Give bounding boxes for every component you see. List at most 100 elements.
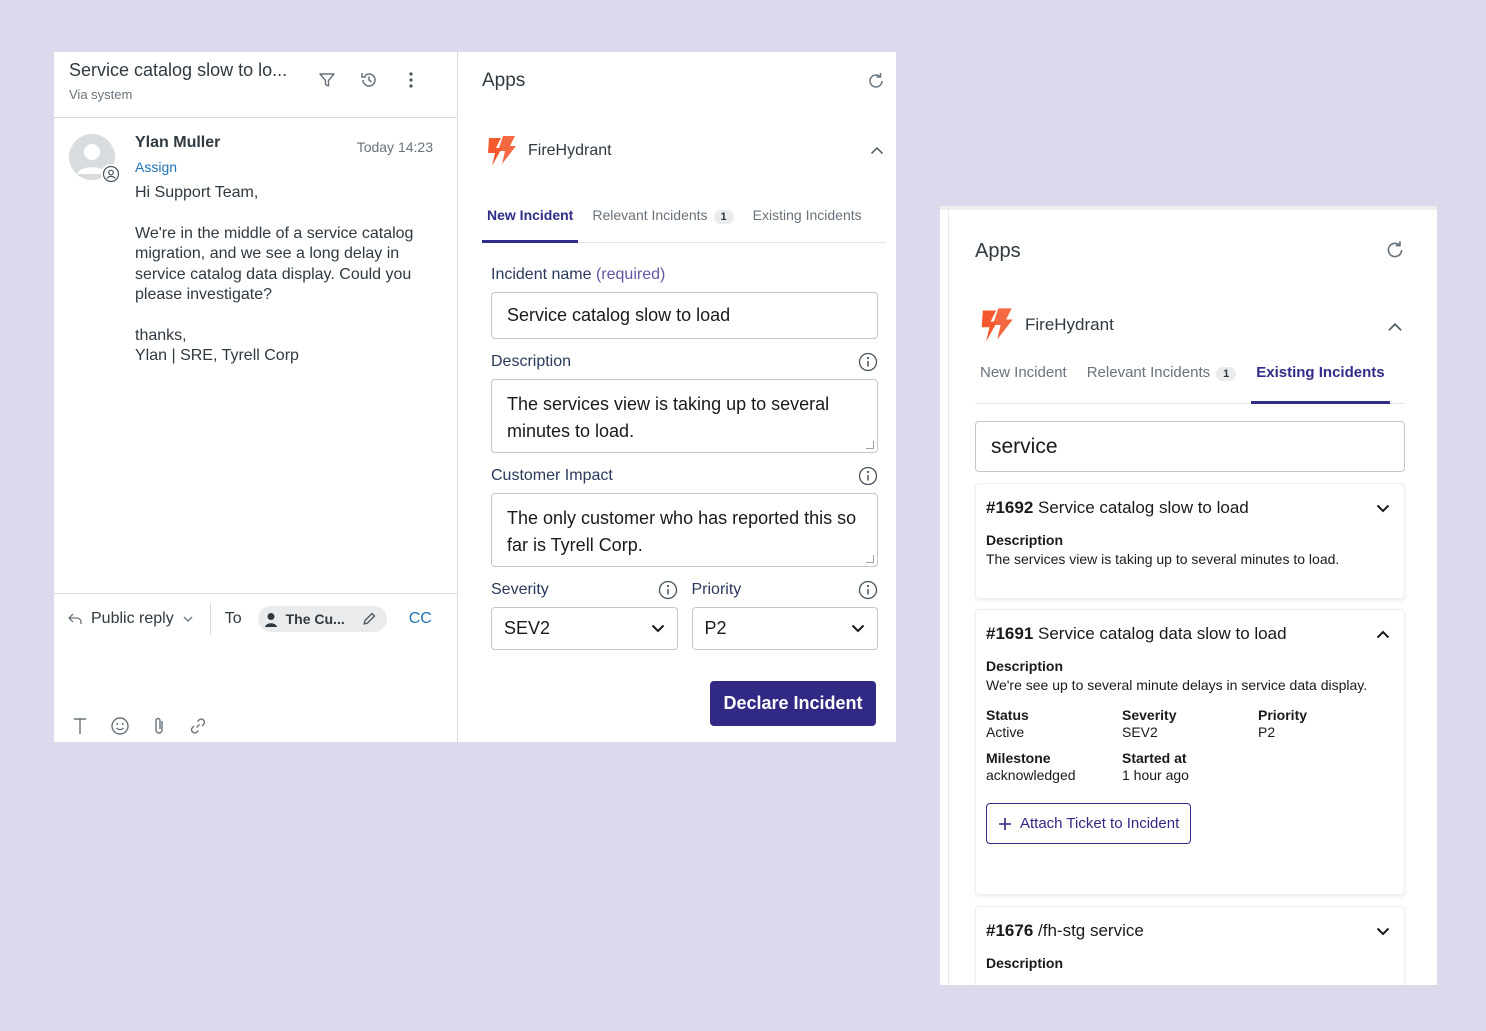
description-label: Description [491, 351, 878, 373]
incident-number: #1691 [986, 624, 1034, 643]
incident-card: #1692 Service catalog slow to load Descr… [975, 483, 1405, 599]
ticket-pane: Service catalog slow to lo... Via system [54, 52, 458, 742]
user-badge-icon [101, 164, 121, 184]
reply-type-selector[interactable]: Public reply [67, 610, 194, 628]
more-vertical-icon[interactable] [401, 70, 421, 90]
tab-relevant-incidents[interactable]: Relevant Incidents 1 [587, 200, 738, 243]
started-label: Started at [1122, 750, 1187, 766]
tab-existing-incidents[interactable]: Existing Incidents [1251, 358, 1390, 404]
compose-toolbar [72, 716, 208, 736]
incident-number: #1692 [986, 498, 1034, 517]
cc-button[interactable]: CC [409, 610, 432, 628]
to-label: To [224, 609, 242, 627]
count-badge: 1 [1216, 367, 1237, 381]
severity-label: Severity [491, 579, 678, 601]
chevron-down-icon[interactable] [1376, 504, 1390, 513]
info-icon[interactable] [658, 580, 678, 600]
incident-title: Service catalog data slow to load [1038, 624, 1287, 643]
description-label: Description [986, 955, 1064, 971]
chevron-down-icon [182, 615, 194, 623]
firehydrant-logo-icon [482, 134, 518, 168]
refresh-icon[interactable] [1384, 239, 1406, 261]
incident-meta: Status Active Severity SEV2 Priority P2 Mil… [986, 707, 1394, 783]
assign-link[interactable]: Assign [135, 159, 177, 175]
app-name: FireHydrant [1025, 315, 1114, 334]
severity-value: SEV2 [1122, 724, 1158, 740]
history-icon[interactable] [359, 70, 379, 90]
milestone-value: acknowledged [986, 767, 1076, 783]
tab-new-incident[interactable]: New Incident [975, 358, 1072, 404]
new-incident-form: Incident name (required) Service catalog… [491, 264, 878, 650]
incident-header[interactable]: #1692 Service catalog slow to load [986, 498, 1394, 518]
priority-label: Priority [1258, 707, 1308, 723]
search-input[interactable]: service [975, 421, 1405, 472]
divider [940, 206, 1437, 210]
reply-type-label: Public reply [91, 609, 174, 627]
message-body: Hi Support Team, We're in the middle of … [135, 184, 414, 365]
chevron-up-icon[interactable] [1387, 322, 1403, 332]
app-tabs: New Incident Relevant Incidents 1 Existin… [975, 358, 1405, 404]
link-icon[interactable] [188, 716, 208, 736]
apps-title: Apps [975, 240, 1021, 262]
info-icon[interactable] [858, 466, 878, 486]
description-textarea[interactable]: The services view is taking up to severa… [491, 379, 878, 453]
info-icon[interactable] [858, 352, 878, 372]
incident-card: #1676 /fh-stg service Description [975, 906, 1405, 985]
incident-header[interactable]: #1676 /fh-stg service [986, 921, 1394, 941]
app-header[interactable]: FireHydrant [975, 306, 1114, 344]
chevron-down-icon [851, 624, 865, 633]
incident-description: We're see up to several minute delays in… [986, 677, 1368, 693]
priority-label: Priority [692, 579, 879, 601]
emoji-icon[interactable] [110, 716, 130, 736]
incident-number: #1676 [986, 921, 1034, 940]
status-value: Active [986, 724, 1025, 740]
chevron-up-icon[interactable] [870, 146, 884, 155]
recipient-chip[interactable]: The Cu... [257, 605, 387, 632]
incident-header[interactable]: #1691 Service catalog data slow to load [986, 624, 1394, 644]
incident-title: /fh-stg service [1038, 921, 1144, 940]
incident-card: #1691 Service catalog data slow to load … [975, 609, 1405, 895]
status-label: Status [986, 707, 1029, 723]
text-format-icon[interactable] [72, 717, 88, 735]
app-header[interactable]: FireHydrant [482, 134, 612, 168]
declare-incident-button[interactable]: Declare Incident [710, 681, 876, 726]
started-value: 1 hour ago [1122, 767, 1189, 783]
ticket-header: Service catalog slow to lo... Via system [54, 52, 457, 118]
customer-impact-textarea[interactable]: The only customer who has reported this … [491, 493, 878, 567]
existing-incidents-window: Apps FireHydrant New Incident Relevant I… [940, 206, 1437, 985]
filter-icon[interactable] [317, 70, 337, 90]
description-label: Description [986, 532, 1064, 548]
count-badge: 1 [713, 210, 734, 224]
customer-impact-label: Customer Impact [491, 465, 878, 487]
tab-new-incident[interactable]: New Incident [482, 200, 579, 243]
info-icon[interactable] [858, 580, 878, 600]
incident-name-input[interactable]: Service catalog slow to load [491, 292, 878, 339]
app-name: FireHydrant [528, 142, 612, 159]
firehydrant-logo-icon [975, 306, 1015, 344]
priority-value: P2 [1258, 724, 1276, 740]
priority-select[interactable]: P2 [691, 607, 878, 650]
milestone-label: Milestone [986, 750, 1051, 766]
message-time: Today 14:23 [356, 139, 433, 155]
incident-name-label: Incident name (required) [491, 266, 666, 283]
severity-select[interactable]: SEV2 [491, 607, 678, 650]
recipient-avatar [261, 609, 280, 628]
attachment-icon[interactable] [152, 716, 166, 736]
chevron-down-icon[interactable] [1376, 927, 1390, 936]
tab-relevant-incidents[interactable]: Relevant Incidents 1 [1082, 358, 1242, 404]
tab-existing-incidents[interactable]: Existing Incidents [748, 200, 867, 243]
ticket-message: Today 14:23 Ylan Muller Assign Hi Suppor… [69, 134, 435, 367]
recipient-name: The Cu... [285, 610, 345, 627]
pencil-icon[interactable] [361, 611, 377, 627]
ticket-window: Service catalog slow to lo... Via system [54, 52, 896, 742]
refresh-icon[interactable] [866, 71, 886, 91]
description-label: Description [986, 658, 1064, 674]
reply-arrow-icon [67, 612, 83, 626]
incident-description: The services view is taking up to severa… [986, 551, 1340, 567]
plus-icon [998, 817, 1012, 831]
chevron-up-icon[interactable] [1376, 630, 1390, 639]
attach-ticket-button[interactable]: Attach Ticket to Incident [986, 803, 1192, 844]
incident-title: Service catalog slow to load [1038, 498, 1249, 517]
reply-bar: Public reply To The Cu... CC [54, 593, 457, 643]
chevron-down-icon [651, 624, 665, 633]
